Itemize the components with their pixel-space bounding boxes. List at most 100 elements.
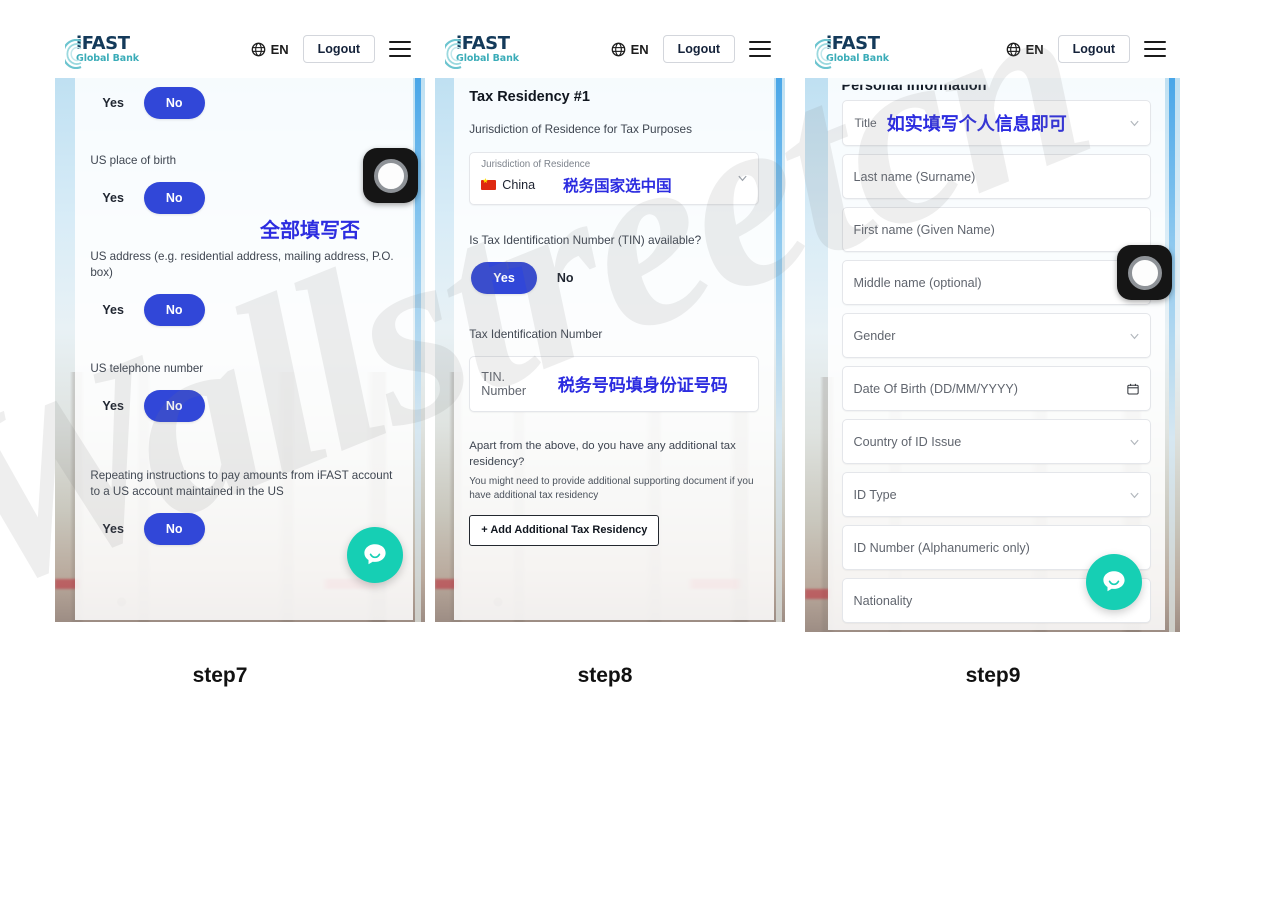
gender-placeholder: Gender bbox=[853, 328, 896, 343]
additional-residency-note: You might need to provide additional sup… bbox=[469, 475, 754, 501]
vertical-scrollbar[interactable] bbox=[1168, 78, 1175, 632]
panel-step9: iFAST Global Bank EN Logout Personal Inf… bbox=[805, 20, 1180, 632]
section-title-personal-information: Personal Information bbox=[841, 78, 987, 94]
logo-subtitle: Global Bank bbox=[456, 52, 519, 64]
logo-swoosh-icon bbox=[815, 38, 832, 69]
title-select[interactable]: Title 如实填写个人信息即可 bbox=[841, 100, 1151, 146]
phone-frame-step8: iFAST Global Bank EN Logout Tax Residenc… bbox=[435, 20, 785, 622]
screenshot-stage: iFAST Global Bank EN Logout Yes No US pl… bbox=[0, 0, 1280, 720]
yes-option[interactable]: Yes bbox=[96, 522, 130, 536]
annotation-tin-use-id-number: 税务号码填身份证号码 bbox=[557, 376, 728, 397]
globe-icon bbox=[251, 42, 265, 56]
no-option-selected[interactable]: No bbox=[143, 389, 205, 422]
logo-subtitle: Global Bank bbox=[826, 52, 889, 64]
logout-button[interactable]: Logout bbox=[302, 34, 375, 64]
question-label: US place of birth bbox=[90, 154, 177, 167]
ifast-logo[interactable]: iFAST Global Bank bbox=[65, 32, 169, 69]
phone-frame-step9: iFAST Global Bank EN Logout Personal Inf… bbox=[805, 20, 1180, 632]
yes-option[interactable]: Yes bbox=[96, 191, 130, 205]
yes-option[interactable]: Yes bbox=[96, 303, 130, 317]
no-option-selected[interactable]: No bbox=[143, 87, 205, 119]
annotation-fill-personal-info: 如实填写个人信息即可 bbox=[886, 114, 1067, 135]
yes-no-row: Yes No bbox=[96, 87, 398, 119]
logo-title: iFAST bbox=[456, 32, 510, 54]
country-of-id-issue-placeholder: Country of ID Issue bbox=[853, 434, 962, 449]
id-number-placeholder: ID Number (Alphanumeric only) bbox=[853, 540, 1030, 555]
language-switcher[interactable]: EN bbox=[611, 42, 649, 57]
globe-icon bbox=[611, 42, 625, 56]
caption-step9: step9 bbox=[965, 664, 1021, 687]
language-label: EN bbox=[630, 41, 649, 57]
nationality-placeholder: Nationality bbox=[853, 593, 913, 608]
tin-number-input[interactable]: TIN. Number 税务号码填身份证号码 bbox=[469, 355, 759, 412]
language-switcher[interactable]: EN bbox=[1006, 42, 1044, 57]
logo-title: iFAST bbox=[76, 32, 130, 54]
yes-option[interactable]: Yes bbox=[96, 399, 130, 413]
ifast-logo[interactable]: iFAST Global Bank bbox=[815, 32, 919, 69]
jurisdiction-selected-value-row: China 税务国家选中国 bbox=[481, 174, 728, 196]
no-option-selected[interactable]: No bbox=[143, 512, 205, 545]
hamburger-menu-icon[interactable] bbox=[1144, 41, 1166, 57]
app-header: iFAST Global Bank EN Logout bbox=[805, 20, 1180, 78]
phone-viewport-step8: Tax Residency #1 Jurisdiction of Residen… bbox=[435, 78, 785, 622]
screen-recorder-indicator bbox=[363, 148, 418, 203]
add-additional-tax-residency-button[interactable]: + Add Additional Tax Residency bbox=[469, 515, 660, 547]
screen-recorder-indicator bbox=[1117, 245, 1172, 300]
gender-select[interactable]: Gender bbox=[841, 313, 1151, 358]
logout-button[interactable]: Logout bbox=[662, 34, 735, 64]
tin-placeholder: TIN. Number bbox=[481, 369, 527, 398]
language-switcher[interactable]: EN bbox=[251, 42, 289, 57]
calendar-icon[interactable] bbox=[1127, 383, 1139, 395]
logout-button[interactable]: Logout bbox=[1057, 34, 1130, 64]
middle-name-placeholder: Middle name (optional) bbox=[853, 275, 982, 290]
no-option-selected[interactable]: No bbox=[143, 293, 205, 326]
vertical-scrollbar[interactable] bbox=[775, 78, 782, 622]
no-option[interactable]: No bbox=[551, 271, 580, 285]
chevron-down-icon bbox=[1130, 120, 1139, 127]
phone-frame-step7: iFAST Global Bank EN Logout Yes No US pl… bbox=[55, 20, 425, 622]
yes-option-selected[interactable]: Yes bbox=[471, 261, 537, 294]
id-type-select[interactable]: ID Type bbox=[841, 472, 1151, 517]
app-header: iFAST Global Bank EN Logout bbox=[435, 20, 785, 78]
phone-viewport-step9: Personal Information Title 如实填写个人信息即可 La… bbox=[805, 78, 1180, 632]
id-type-placeholder: ID Type bbox=[853, 487, 897, 502]
chat-widget-button[interactable] bbox=[1086, 554, 1142, 610]
date-of-birth-input[interactable]: Date Of Birth (DD/MM/YYYY) bbox=[841, 366, 1151, 411]
ifast-logo[interactable]: iFAST Global Bank bbox=[445, 32, 549, 69]
form-content-step8: Tax Residency #1 Jurisdiction of Residen… bbox=[454, 78, 774, 622]
last-name-input[interactable]: Last name (Surname) bbox=[841, 154, 1151, 199]
additional-residency-question: Apart from the above, do you have any ad… bbox=[469, 439, 736, 468]
yes-no-row: Yes No bbox=[96, 181, 398, 214]
chevron-down-icon bbox=[1130, 439, 1139, 445]
jurisdiction-field-label: Jurisdiction of Residence bbox=[481, 159, 591, 170]
last-name-placeholder: Last name (Surname) bbox=[853, 169, 976, 184]
language-label: EN bbox=[1025, 41, 1044, 57]
date-of-birth-placeholder: Date Of Birth (DD/MM/YYYY) bbox=[853, 381, 1018, 396]
chevron-down-icon bbox=[1130, 492, 1139, 498]
first-name-input[interactable]: First name (Given Name) bbox=[841, 207, 1151, 252]
title-field-label: Title bbox=[854, 116, 877, 130]
chat-widget-button[interactable] bbox=[347, 527, 403, 583]
china-flag-icon bbox=[481, 178, 497, 190]
jurisdiction-of-residence-select[interactable]: Jurisdiction of Residence China 税务国家选中国 bbox=[469, 152, 759, 205]
hamburger-menu-icon[interactable] bbox=[389, 41, 411, 57]
form-content-step9: Personal Information Title 如实填写个人信息即可 La… bbox=[828, 78, 1166, 632]
hamburger-menu-icon[interactable] bbox=[749, 41, 771, 57]
middle-name-input[interactable]: Middle name (optional) bbox=[841, 260, 1151, 305]
tin-yes-no-row: Yes No bbox=[471, 261, 759, 294]
question-label: Repeating instructions to pay amounts fr… bbox=[90, 468, 393, 498]
tin-field-label: Tax Identification Number bbox=[469, 326, 603, 341]
yes-option[interactable]: Yes bbox=[96, 96, 130, 110]
logo-swoosh-icon bbox=[445, 38, 462, 69]
panel-step7: iFAST Global Bank EN Logout Yes No US pl… bbox=[55, 20, 425, 622]
jurisdiction-value: China bbox=[502, 177, 536, 192]
logo-title: iFAST bbox=[826, 32, 880, 54]
language-label: EN bbox=[270, 41, 289, 57]
globe-icon bbox=[1006, 42, 1020, 56]
chat-bubble-icon bbox=[364, 544, 386, 565]
question-label: US telephone number bbox=[90, 361, 204, 375]
country-of-id-issue-select[interactable]: Country of ID Issue bbox=[841, 419, 1151, 464]
camera-lens-icon bbox=[373, 158, 408, 193]
section-title-tax-residency: Tax Residency #1 bbox=[469, 89, 590, 105]
no-option-selected[interactable]: No bbox=[143, 181, 205, 214]
